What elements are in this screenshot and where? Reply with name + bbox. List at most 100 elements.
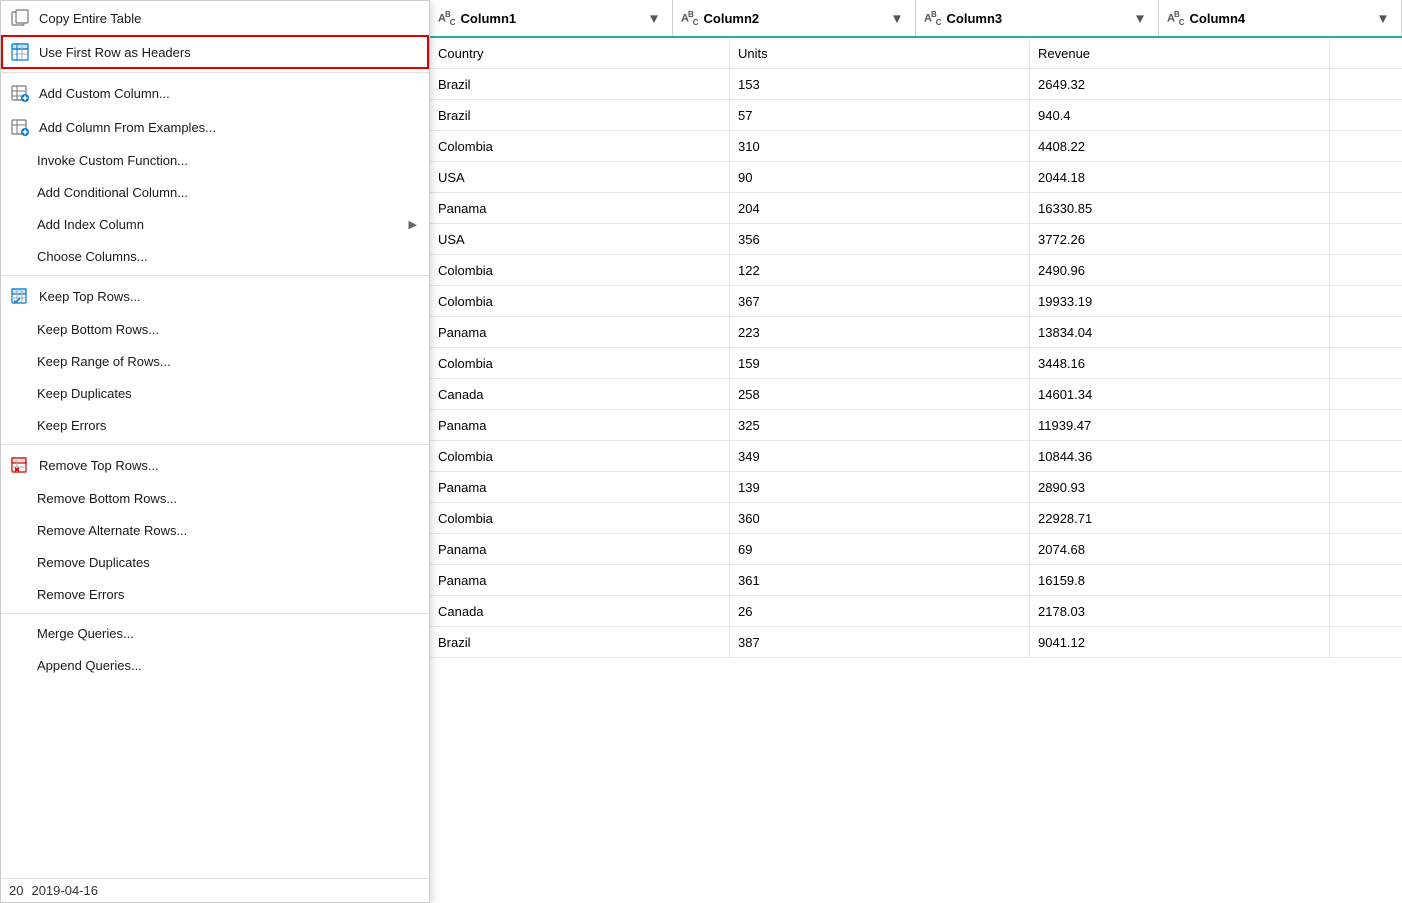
table-cell: 2890.93 <box>1030 472 1330 502</box>
menu-item-merge-queries[interactable]: Merge Queries... <box>1 617 429 649</box>
menu-label-append-queries: Append Queries... <box>37 658 142 673</box>
menu-item-keep-top-rows[interactable]: Keep Top Rows... <box>1 279 429 313</box>
table-cell: 3772.26 <box>1030 224 1330 254</box>
table-cell: 153 <box>730 69 1030 99</box>
table-cell: 16159.8 <box>1030 565 1330 595</box>
table-row: Colombia36719933.19 <box>430 286 1402 317</box>
table-row: Colombia34910844.36 <box>430 441 1402 472</box>
table-row: CountryUnitsRevenue <box>430 38 1402 69</box>
table-cell: 204 <box>730 193 1030 223</box>
menu-item-invoke-custom-function[interactable]: Invoke Custom Function... <box>1 144 429 176</box>
menu-item-use-first-row-as-headers[interactable]: Use First Row as Headers <box>1 35 429 69</box>
menu-item-remove-duplicates[interactable]: Remove Duplicates <box>1 546 429 578</box>
menu-item-copy-entire-table[interactable]: Copy Entire Table <box>1 1 429 35</box>
table-cell: 940.4 <box>1030 100 1330 130</box>
menu-item-append-queries[interactable]: Append Queries... <box>1 649 429 681</box>
table-cell: Brazil <box>430 69 730 99</box>
menu-label-copy-entire-table: Copy Entire Table <box>39 11 141 26</box>
row-number-value: 2019-04-16 <box>31 883 98 898</box>
table-row: USA3563772.26 <box>430 224 1402 255</box>
menu-label-keep-errors: Keep Errors <box>37 418 106 433</box>
table-cell: 310 <box>730 131 1030 161</box>
col1-dropdown-btn[interactable]: ▼ <box>644 8 664 28</box>
col-header-2[interactable]: ABC Column2 ▼ <box>673 0 916 36</box>
table-row: Panama692074.68 <box>430 534 1402 565</box>
col2-type-icon: ABC <box>681 10 698 27</box>
menu-label-remove-alternate-rows: Remove Alternate Rows... <box>37 523 187 538</box>
menu-item-add-conditional-column[interactable]: Add Conditional Column... <box>1 176 429 208</box>
table-cell: Units <box>730 38 1030 68</box>
table-cell: Canada <box>430 596 730 626</box>
table-cell: 2044.18 <box>1030 162 1330 192</box>
menu-item-remove-errors[interactable]: Remove Errors <box>1 578 429 610</box>
table-row: Panama1392890.93 <box>430 472 1402 503</box>
col3-dropdown-btn[interactable]: ▼ <box>1130 8 1150 28</box>
col-header-1[interactable]: ABC Column1 ▼ <box>430 0 673 36</box>
column-header-row: ABC Column1 ▼ ABC Column2 ▼ ABC Column3 … <box>430 0 1402 38</box>
menu-item-add-column-from-examples[interactable]: Add Column From Examples... <box>1 110 429 144</box>
table-cell: USA <box>430 224 730 254</box>
menu-separator-choose-columns <box>1 275 429 276</box>
table-cell: 325 <box>730 410 1030 440</box>
col4-dropdown-btn[interactable]: ▼ <box>1373 8 1393 28</box>
table-cell: Country <box>430 38 730 68</box>
col4-type-icon: ABC <box>1167 10 1184 27</box>
copy-table-icon <box>9 7 31 29</box>
menu-label-use-first-row-as-headers: Use First Row as Headers <box>39 45 191 60</box>
table-body: CountryUnitsRevenueBrazil1532649.32Brazi… <box>430 38 1402 658</box>
menu-item-keep-range-of-rows[interactable]: Keep Range of Rows... <box>1 345 429 377</box>
menu-item-keep-errors[interactable]: Keep Errors <box>1 409 429 441</box>
col3-label: Column3 <box>947 11 1124 26</box>
menu-item-remove-bottom-rows[interactable]: Remove Bottom Rows... <box>1 482 429 514</box>
remove-rows-icon <box>9 454 31 476</box>
menu-item-remove-alternate-rows[interactable]: Remove Alternate Rows... <box>1 514 429 546</box>
table-row: Colombia1593448.16 <box>430 348 1402 379</box>
table-cell: Brazil <box>430 627 730 657</box>
table-cell: 26 <box>730 596 1030 626</box>
col-header-3[interactable]: ABC Column3 ▼ <box>916 0 1159 36</box>
table-row: Colombia3104408.22 <box>430 131 1402 162</box>
table-cell: 361 <box>730 565 1030 595</box>
menu-separator-use-first-row-as-headers <box>1 72 429 73</box>
menu-label-add-index-column: Add Index Column <box>37 217 144 232</box>
table-row: Brazil57940.4 <box>430 100 1402 131</box>
menu-item-add-custom-column[interactable]: Add Custom Column... <box>1 76 429 110</box>
table-cell: 2178.03 <box>1030 596 1330 626</box>
table-cell: 10844.36 <box>1030 441 1330 471</box>
table-cell: 122 <box>730 255 1030 285</box>
menu-label-add-column-from-examples: Add Column From Examples... <box>39 120 216 135</box>
table-cell: 11939.47 <box>1030 410 1330 440</box>
menu-item-choose-columns[interactable]: Choose Columns... <box>1 240 429 272</box>
table-cell: Panama <box>430 534 730 564</box>
col2-dropdown-btn[interactable]: ▼ <box>887 8 907 28</box>
table-cell: 360 <box>730 503 1030 533</box>
table-cell: Colombia <box>430 441 730 471</box>
menu-item-keep-duplicates[interactable]: Keep Duplicates <box>1 377 429 409</box>
table-row: Panama32511939.47 <box>430 410 1402 441</box>
table-row: Canada262178.03 <box>430 596 1402 627</box>
table-cell: 14601.34 <box>1030 379 1330 409</box>
menu-item-add-index-column[interactable]: Add Index Column▶ <box>1 208 429 240</box>
table-cell: Colombia <box>430 503 730 533</box>
use-first-row-icon <box>9 41 31 63</box>
table-cell: 387 <box>730 627 1030 657</box>
menu-label-keep-duplicates: Keep Duplicates <box>37 386 132 401</box>
table-cell: Panama <box>430 193 730 223</box>
table-cell: Panama <box>430 565 730 595</box>
context-menu: Copy Entire Table Use First Row as Heade… <box>0 0 430 903</box>
menu-label-merge-queries: Merge Queries... <box>37 626 134 641</box>
menu-item-keep-bottom-rows[interactable]: Keep Bottom Rows... <box>1 313 429 345</box>
table-row: Colombia1222490.96 <box>430 255 1402 286</box>
table-row: Brazil3879041.12 <box>430 627 1402 658</box>
menu-label-invoke-custom-function: Invoke Custom Function... <box>37 153 188 168</box>
table-cell: Panama <box>430 472 730 502</box>
col4-label: Column4 <box>1190 11 1367 26</box>
table-cell: 19933.19 <box>1030 286 1330 316</box>
menu-label-remove-errors: Remove Errors <box>37 587 124 602</box>
table-area[interactable]: ABC Column1 ▼ ABC Column2 ▼ ABC Column3 … <box>430 0 1402 903</box>
table-cell: 13834.04 <box>1030 317 1330 347</box>
menu-label-add-conditional-column: Add Conditional Column... <box>37 185 188 200</box>
col-header-4[interactable]: ABC Column4 ▼ <box>1159 0 1402 36</box>
row-number: 20 <box>9 883 23 898</box>
menu-item-remove-top-rows[interactable]: Remove Top Rows... <box>1 448 429 482</box>
